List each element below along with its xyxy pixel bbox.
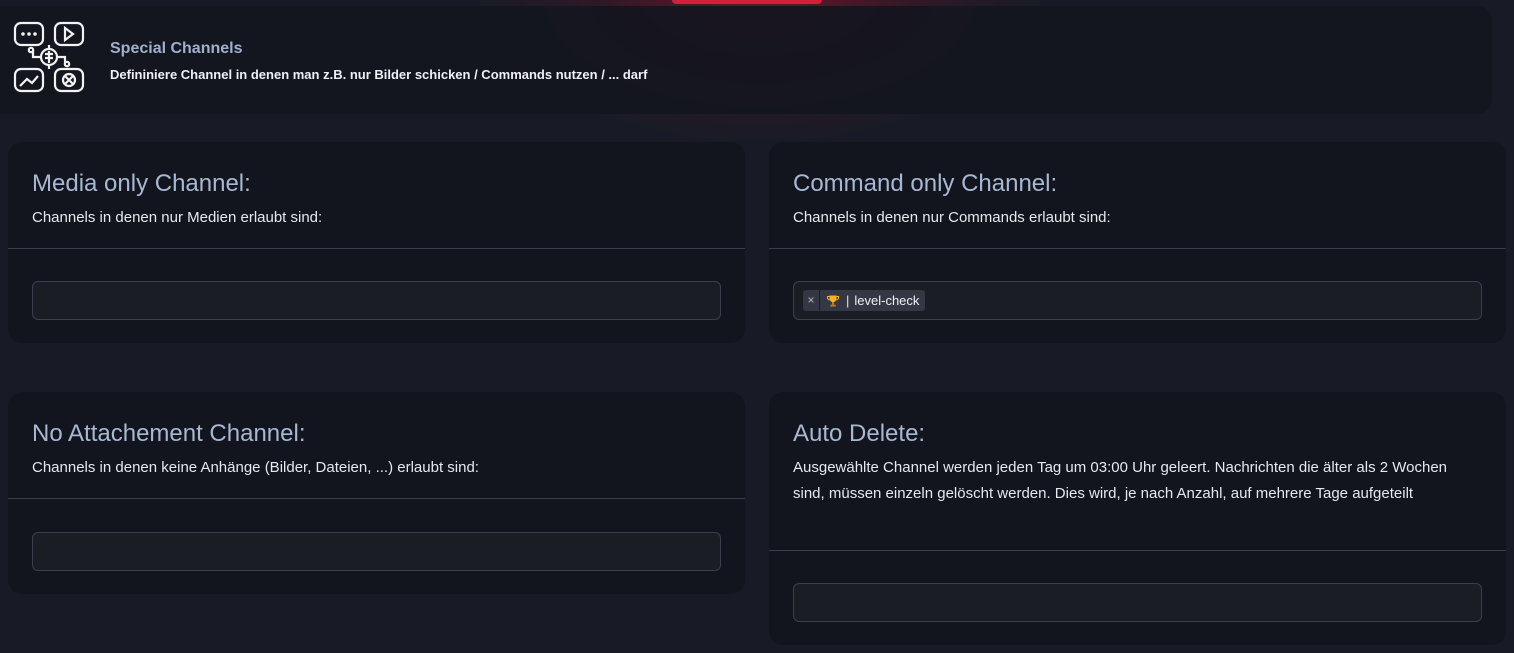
command-channel-select[interactable]: × | level-check [793,281,1482,320]
media-channel-select[interactable] [32,281,721,320]
divider [8,248,745,249]
no-attachment-card: No Attachement Channel: Channels in dene… [8,392,745,594]
page-title: Special Channels [110,40,243,57]
page-subtitle: Defininiere Channel in denen man z.B. nu… [110,67,648,82]
trophy-icon [827,295,839,307]
channels-logo-icon [13,21,85,93]
auto-delete-card: Auto Delete: Ausgewählte Channel werden … [769,392,1506,645]
top-accent-bar [672,0,822,4]
media-only-card: Media only Channel: Channels in denen nu… [8,142,745,343]
divider [769,248,1506,249]
card-title: Media only Channel: [32,170,251,197]
card-description: Channels in denen keine Anhänge (Bilder,… [32,459,479,476]
card-title: Auto Delete: [793,420,926,447]
tag-separator: | [846,293,850,308]
page-header: Special Channels Defininiere Channel in … [0,6,1492,114]
card-description: Ausgewählte Channel werden jeden Tag um … [793,459,1448,502]
card-description: Channels in denen nur Medien erlaubt sin… [32,209,323,226]
card-title: No Attachement Channel: [32,420,306,447]
divider [769,550,1506,551]
tag-label: level-check [854,293,920,308]
card-title: Command only Channel: [793,170,1058,197]
command-only-card: Command only Channel: Channels in denen … [769,142,1506,343]
auto-delete-channel-select[interactable] [793,583,1482,622]
no-attachment-channel-select[interactable] [32,532,721,571]
card-description: Channels in denen nur Commands erlaubt s… [793,209,1111,226]
selected-channel-tag: × | level-check [803,290,926,311]
divider [8,498,745,499]
remove-tag-button[interactable]: × [803,290,820,311]
